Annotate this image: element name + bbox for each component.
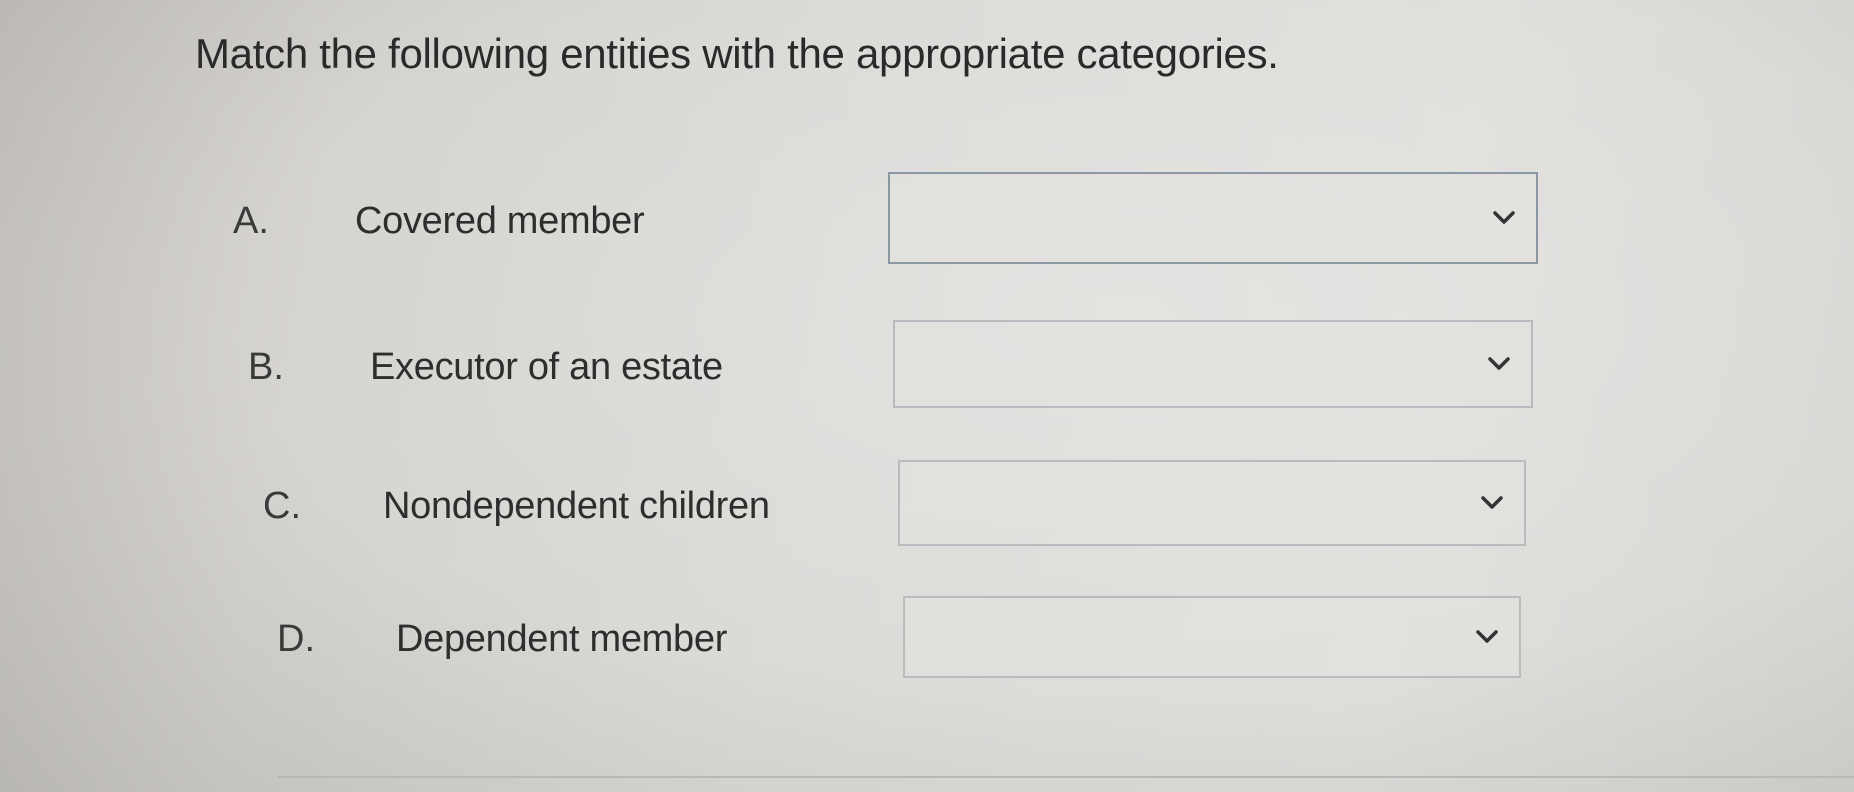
category-dropdown-b[interactable] (893, 320, 1533, 408)
chevron-down-icon (1481, 496, 1503, 509)
entity-label: Nondependent children (383, 485, 770, 527)
chevron-down-icon (1476, 630, 1498, 643)
category-dropdown-d[interactable] (903, 596, 1521, 678)
row-letter: D. (277, 618, 315, 660)
row-letter: B. (248, 346, 284, 388)
entity-label: Dependent member (396, 618, 728, 660)
chevron-down-icon (1493, 211, 1515, 224)
question-title: Match the following entities with the ap… (195, 30, 1279, 77)
row-letter: A. (233, 200, 269, 242)
entity-label: Covered member (355, 200, 645, 242)
entity-label: Executor of an estate (370, 346, 723, 388)
row-letter: C. (263, 485, 301, 527)
next-section-border (278, 776, 1854, 778)
category-dropdown-a[interactable] (888, 172, 1538, 264)
chevron-down-icon (1488, 357, 1510, 370)
category-dropdown-c[interactable] (898, 460, 1526, 546)
